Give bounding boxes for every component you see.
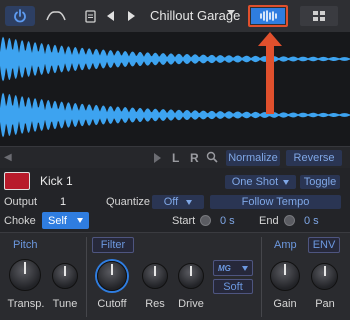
left-channel-button[interactable]: L [172,151,179,165]
follow-tempo-button[interactable]: Follow Tempo [210,195,341,209]
transpose-knob[interactable] [9,259,41,291]
next-arrow-icon [127,11,135,21]
choke-value: Self [48,214,67,227]
resonance-label: Res [145,298,165,310]
chevron-down-icon [77,218,83,223]
gain-knob[interactable] [270,261,300,291]
waveform-view-icon [260,10,277,22]
play-mode-label: One Shot [231,176,279,188]
start-label: Start [172,215,196,227]
section-divider [86,237,87,317]
drive-knob[interactable] [178,263,204,289]
amp-title: Amp [274,239,297,251]
play-mode-dropdown[interactable]: One Shot [225,175,296,189]
power-button[interactable] [5,6,35,26]
filter-type-dropdown[interactable]: MG [213,260,253,276]
right-channel-button[interactable]: R [190,151,199,165]
pad-color-swatch[interactable] [4,172,30,190]
tune-label: Tune [52,298,78,310]
drive-label: Drive [178,298,204,310]
pad-grid-view-button[interactable] [300,6,338,26]
chevron-down-icon [283,179,290,185]
reverse-button[interactable]: Reverse [286,150,342,166]
choke-dropdown[interactable]: Self [42,212,89,229]
red-arrow-annotation [258,32,282,114]
choke-label: Choke [4,215,36,227]
cutoff-knob[interactable] [97,261,127,291]
filter-type-value: MG [218,263,231,273]
pad-name[interactable]: Kick 1 [40,174,73,188]
next-preset-button[interactable] [124,6,138,26]
env-button[interactable]: ENV [308,237,340,253]
prev-preset-button[interactable] [103,6,117,26]
normalize-button[interactable]: Normalize [226,150,280,166]
envelope-button[interactable] [44,6,68,26]
end-value[interactable]: 0 s [304,215,319,227]
toggle-button[interactable]: Toggle [300,175,340,189]
filter-soft-button[interactable]: Soft [213,279,253,294]
chevron-down-icon [186,199,193,205]
toolbar: Chillout Garage [0,0,350,32]
gain-label: Gain [273,298,297,310]
preset-file-button[interactable] [83,6,97,26]
waveform-toolbar: ◀ L R Normalize Reverse [0,146,350,168]
zoom-icon[interactable] [206,151,218,166]
chevron-down-icon[interactable] [227,10,235,15]
pitch-title: Pitch [13,239,38,251]
prev-arrow-icon [106,11,114,21]
pan-label: Pan [315,298,335,310]
filter-title[interactable]: Filter [92,237,134,253]
waveform-display[interactable] [0,32,350,146]
quantize-dropdown[interactable]: Off [152,195,204,209]
preview-play-icon[interactable] [154,153,161,163]
section-divider [261,237,262,317]
tune-knob[interactable] [52,263,78,289]
end-knob[interactable] [284,215,295,226]
scroll-left-icon[interactable]: ◀ [4,152,12,163]
cutoff-label: Cutoff [97,298,127,310]
resonance-knob[interactable] [142,263,168,289]
preset-file-icon [84,9,96,23]
end-label: End [259,215,279,227]
chevron-down-icon [242,266,248,271]
output-label: Output [4,196,38,208]
pan-knob[interactable] [311,263,338,290]
transpose-label: Transp. [7,298,45,310]
quantize-label: Quantize [106,196,151,208]
knob-sections: Pitch Transp. Tune Filter Cutoff Res Dri… [0,232,350,320]
start-value[interactable]: 0 s [220,215,235,227]
pad-grid-icon [313,11,325,21]
output-value[interactable]: 1 [60,196,66,208]
power-icon [14,9,26,23]
envelope-icon [46,11,66,21]
waveform-view-button[interactable] [248,5,288,27]
start-knob[interactable] [200,215,211,226]
quantize-value: Off [163,196,179,208]
pad-params: Kick 1 One Shot Toggle Output 1 Quantize… [0,168,350,232]
